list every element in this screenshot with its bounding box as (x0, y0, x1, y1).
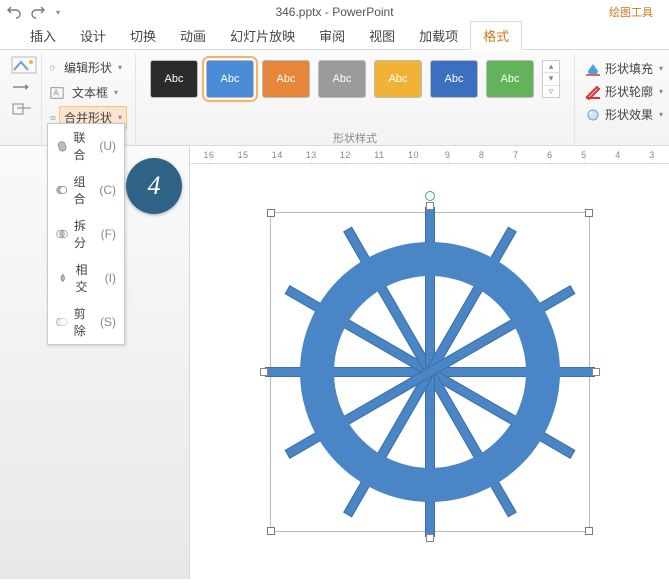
tab-animation[interactable]: 动画 (168, 22, 218, 49)
rotation-handle[interactable] (425, 191, 435, 201)
spoke-handle[interactable] (592, 368, 600, 376)
chevron-down-icon: ▾ (118, 63, 122, 72)
style-swatch-4[interactable]: Abc (318, 60, 366, 98)
shape-format-group: 形状填充▾ 形状轮廓▾ 形状效果▾ (575, 54, 669, 146)
shape-thumb-icon[interactable] (11, 100, 37, 118)
shape-fill-button[interactable]: 形状填充▾ (581, 58, 667, 79)
shape-outline-button[interactable]: 形状轮廓▾ (581, 81, 667, 102)
fill-icon (585, 61, 601, 77)
tab-format[interactable]: 格式 (470, 21, 522, 50)
shape-thumb-icon[interactable] (11, 78, 37, 96)
svg-text:A: A (54, 88, 60, 97)
resize-handle[interactable] (585, 527, 593, 535)
tab-transition[interactable]: 切换 (118, 22, 168, 49)
slide-canvas[interactable] (190, 164, 669, 579)
context-tab-label: 绘图工具 (609, 4, 653, 20)
spoke-handle[interactable] (426, 534, 434, 542)
chevron-down-icon: ▾ (659, 110, 663, 119)
tab-review[interactable]: 审阅 (307, 22, 357, 49)
edit-shape-icon (50, 61, 56, 75)
tab-slideshow[interactable]: 幻灯片放映 (218, 22, 307, 49)
title-filename: 346.pptx (275, 5, 321, 19)
chevron-down-icon: ▾ (114, 88, 118, 97)
merge-fragment-item[interactable]: 拆分(F) (48, 212, 124, 256)
style-swatch-6[interactable]: Abc (430, 60, 478, 98)
effects-icon (585, 107, 601, 123)
chevron-down-icon: ▾ (118, 113, 122, 122)
union-icon (56, 139, 68, 153)
edit-shape-button[interactable]: 编辑形状▾ (59, 56, 127, 79)
shape-styles-label: 形状样式 (144, 130, 566, 146)
style-swatch-1[interactable]: Abc (150, 60, 198, 98)
intersect-icon (56, 271, 70, 285)
merge-combine-item[interactable]: 组合(C) (48, 168, 124, 212)
outline-icon (585, 84, 601, 100)
annotation-badge: 4 (126, 158, 182, 214)
resize-handle[interactable] (267, 527, 275, 535)
combine-icon (56, 183, 68, 197)
shape-effects-button[interactable]: 形状效果▾ (581, 104, 667, 125)
tab-design[interactable]: 设计 (68, 22, 118, 49)
title-bar: ▾ 346.pptx - PowerPoint 绘图工具 (0, 0, 669, 24)
shape-styles-group: Abc Abc Abc Abc Abc Abc Abc ▴ ▾ ▿ 形状样式 (136, 54, 575, 146)
canvas-area: 161514131211109876543 (190, 146, 669, 579)
merge-union-item[interactable]: 联合(U) (48, 124, 124, 168)
tab-addins[interactable]: 加载项 (407, 22, 470, 49)
window-title: 346.pptx - PowerPoint (60, 5, 609, 19)
gallery-more-icon[interactable]: ▿ (543, 86, 559, 97)
fragment-icon (56, 227, 68, 241)
redo-icon[interactable] (30, 4, 46, 20)
merge-subtract-item[interactable]: 剪除(S) (48, 300, 124, 344)
tab-view[interactable]: 视图 (357, 22, 407, 49)
subtract-icon (56, 315, 68, 329)
spoke-handle[interactable] (426, 202, 434, 210)
style-gallery-scroll: ▴ ▾ ▿ (542, 60, 560, 98)
style-swatch-5[interactable]: Abc (374, 60, 422, 98)
textbox-icon: A (50, 86, 64, 100)
ribbon-tabs: 插入 设计 切换 动画 幻灯片放映 审阅 视图 加载项 格式 (0, 24, 669, 50)
ring (300, 242, 560, 502)
resize-handle[interactable] (585, 209, 593, 217)
style-swatch-2[interactable]: Abc (206, 60, 254, 98)
undo-icon[interactable] (6, 4, 22, 20)
spoke-handle[interactable] (260, 368, 268, 376)
horizontal-ruler: 161514131211109876543 (190, 146, 669, 164)
text-box-button[interactable]: 文本框▾ (67, 81, 123, 104)
title-app: PowerPoint (332, 5, 393, 19)
style-swatch-7[interactable]: Abc (486, 60, 534, 98)
wheel-shape[interactable] (300, 242, 560, 502)
merge-intersect-item[interactable]: 相交(I) (48, 256, 124, 300)
style-swatch-3[interactable]: Abc (262, 60, 310, 98)
merge-shapes-menu: 联合(U) 组合(C) 拆分(F) 相交(I) 剪除(S) (47, 123, 125, 345)
chevron-down-icon: ▾ (659, 87, 663, 96)
chevron-down-icon: ▾ (659, 64, 663, 73)
shape-thumb-icon[interactable] (11, 56, 37, 74)
tab-insert[interactable]: 插入 (18, 22, 68, 49)
gallery-down-icon[interactable]: ▾ (543, 73, 559, 85)
gallery-up-icon[interactable]: ▴ (543, 61, 559, 73)
quick-access-toolbar: ▾ (6, 4, 60, 20)
resize-handle[interactable] (267, 209, 275, 217)
shapes-gallery-group (6, 54, 42, 146)
